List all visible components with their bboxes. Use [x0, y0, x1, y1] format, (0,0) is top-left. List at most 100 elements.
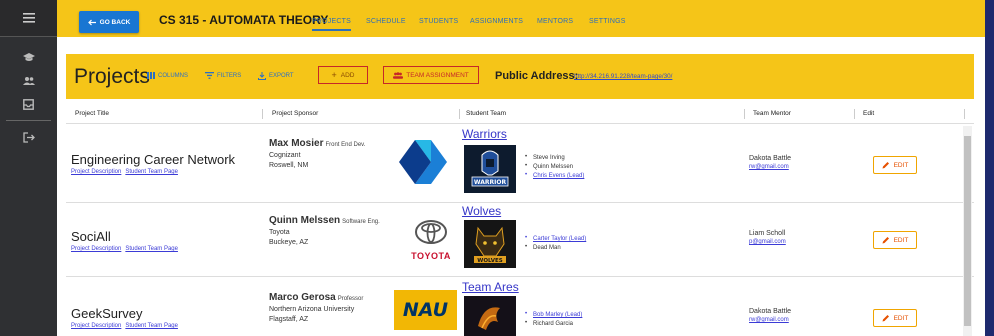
mentor-email-link[interactable]: p@gmail.com — [749, 239, 786, 245]
edit-label: EDIT — [893, 236, 909, 244]
team-name-link[interactable]: Team Ares — [462, 280, 519, 294]
rail-item-inbox[interactable] — [0, 94, 57, 114]
header-student-team[interactable]: Student Team — [466, 110, 506, 117]
columns-icon — [147, 72, 155, 79]
project-links: Project Description Student Team Page — [71, 246, 182, 252]
team-member: Quinn Melssen — [525, 163, 584, 170]
public-address-label: Public Address: — [495, 70, 579, 82]
project-title-cell: GeekSurvey Project Description Student Te… — [71, 306, 182, 329]
add-label: ADD — [340, 71, 355, 79]
arrow-left-icon — [87, 19, 96, 25]
scrollbar-thumb[interactable] — [964, 136, 971, 326]
mentor-name: Dakota Battle — [749, 155, 792, 162]
header-project-sponsor[interactable]: Project Sponsor — [272, 110, 318, 117]
nau-logo: NAU — [394, 290, 457, 330]
sponsor-cell: Quinn Melssen Software Eng. Toyota Buckey… — [269, 215, 380, 246]
table-header: Project Title Project Sponsor Student Te… — [66, 104, 974, 124]
sponsor-name-line: Marco Gerosa Professor — [269, 292, 363, 303]
sponsor-name: Quinn Melssen — [269, 215, 341, 226]
filters-button[interactable]: FILTERS — [205, 72, 241, 79]
go-back-label: GO BACK — [99, 18, 131, 26]
rail-divider — [6, 120, 51, 121]
tab-settings[interactable]: SETTINGS — [589, 18, 626, 25]
header-team-mentor[interactable]: Team Mentor — [753, 110, 791, 117]
mentor-name: Liam Scholl — [749, 230, 786, 237]
table-row: Engineering Career Network Project Descr… — [66, 125, 974, 203]
team-member: Dead Man — [525, 244, 586, 251]
tab-assignments[interactable]: ASSIGNMENTS — [470, 18, 523, 25]
menu-button[interactable] — [0, 0, 57, 37]
sponsor-organization: Toyota — [269, 229, 290, 236]
window-edge — [985, 0, 994, 336]
go-back-button[interactable]: GO BACK — [79, 11, 139, 33]
mentor-email-link[interactable]: rw@gmail.com — [749, 164, 791, 170]
inbox-icon — [23, 98, 34, 110]
team-member: Steve Irving — [525, 154, 584, 161]
sponsor-name-line: Quinn Melssen Software Eng. — [269, 215, 380, 226]
svg-text:WOLVES: WOLVES — [477, 258, 503, 264]
sponsor-role: Front End Dev. — [325, 142, 366, 148]
header-edit[interactable]: Edit — [863, 110, 874, 117]
team-assignment-button[interactable]: TEAM ASSIGNMENT — [383, 66, 479, 84]
edit-button[interactable]: EDIT — [873, 309, 917, 327]
sponsor-name-line: Max Mosier Front End Dev. — [269, 138, 365, 149]
wolf-mascot-icon: WOLVES — [464, 220, 516, 268]
people-icon — [22, 77, 35, 85]
group-icon — [393, 71, 404, 79]
team-members: Steve Irving Quinn Melssen Chris Evens (… — [525, 154, 584, 182]
header-project-title[interactable]: Project Title — [75, 110, 109, 117]
sponsor-location: Buckeye, AZ — [269, 239, 309, 246]
tab-students[interactable]: STUDENTS — [419, 18, 458, 25]
project-description-link[interactable]: Project Description — [71, 323, 121, 329]
warrior-mascot-icon: WARRIOR — [464, 145, 516, 193]
add-project-button[interactable]: + ADD — [318, 66, 368, 84]
project-links: Project Description Student Team Page — [71, 169, 235, 175]
column-divider — [262, 109, 263, 119]
school-cap-icon — [22, 53, 35, 61]
nav-rail — [0, 0, 57, 336]
filter-icon — [205, 72, 214, 79]
table-row: SociAll Project Description Student Team … — [66, 204, 974, 277]
tab-projects[interactable]: PROJECTS — [312, 18, 351, 31]
sponsor-cell: Marco Gerosa Professor Northern Arizona U… — [269, 292, 363, 323]
team-members: Bob Marley (Lead) Richard Garcia — [525, 311, 582, 330]
public-address-link[interactable]: http://34.216.91.228/team-page/30/ — [574, 73, 672, 80]
project-description-link[interactable]: Project Description — [71, 169, 121, 175]
team-name-link[interactable]: Wolves — [462, 204, 501, 218]
sponsor-role: Software Eng. — [342, 219, 380, 225]
rail-item-courses[interactable] — [0, 48, 57, 68]
team-lead-link[interactable]: Carter Taylor (Lead) — [525, 235, 586, 242]
pencil-icon — [882, 162, 889, 169]
columns-button[interactable]: COLUMNS — [147, 72, 188, 79]
tab-mentors[interactable]: MENTORS — [537, 18, 573, 25]
column-divider — [744, 109, 745, 119]
sponsor-location: Roswell, NM — [269, 162, 309, 169]
team-image — [464, 296, 516, 336]
sponsor-name: Max Mosier — [269, 138, 324, 149]
page-title: Projects — [74, 65, 150, 88]
column-divider — [459, 109, 460, 119]
student-team-page-link[interactable]: Student Team Page — [125, 323, 178, 329]
columns-label: COLUMNS — [158, 72, 189, 79]
mentor-email-link[interactable]: rw@gmail.com — [749, 317, 791, 323]
team-name-link[interactable]: Warriors — [462, 127, 507, 141]
rail-item-logout[interactable] — [0, 127, 57, 147]
table-scrollbar[interactable] — [963, 126, 972, 336]
table-row: GeekSurvey Project Description Student Te… — [66, 278, 974, 336]
rail-item-people[interactable] — [0, 71, 57, 91]
student-team-page-link[interactable]: Student Team Page — [125, 246, 178, 252]
ares-mascot-icon — [464, 296, 516, 336]
mentor-cell: Dakota Battle rw@gmail.com — [749, 155, 791, 170]
edit-button[interactable]: EDIT — [873, 156, 917, 174]
team-lead-link[interactable]: Bob Marley (Lead) — [525, 311, 582, 318]
project-title-cell: SociAll Project Description Student Team … — [71, 229, 182, 252]
tab-schedule[interactable]: SCHEDULE — [366, 18, 406, 25]
edit-button[interactable]: EDIT — [873, 231, 917, 249]
column-divider — [854, 109, 855, 119]
team-members: Carter Taylor (Lead) Dead Man — [525, 235, 586, 254]
projects-toolbar: Projects COLUMNS FILTERS EXPORT + ADD TE… — [66, 54, 974, 99]
project-description-link[interactable]: Project Description — [71, 246, 121, 252]
student-team-page-link[interactable]: Student Team Page — [125, 169, 178, 175]
export-button[interactable]: EXPORT — [258, 72, 294, 80]
team-lead-link[interactable]: Chris Evens (Lead) — [525, 172, 584, 179]
